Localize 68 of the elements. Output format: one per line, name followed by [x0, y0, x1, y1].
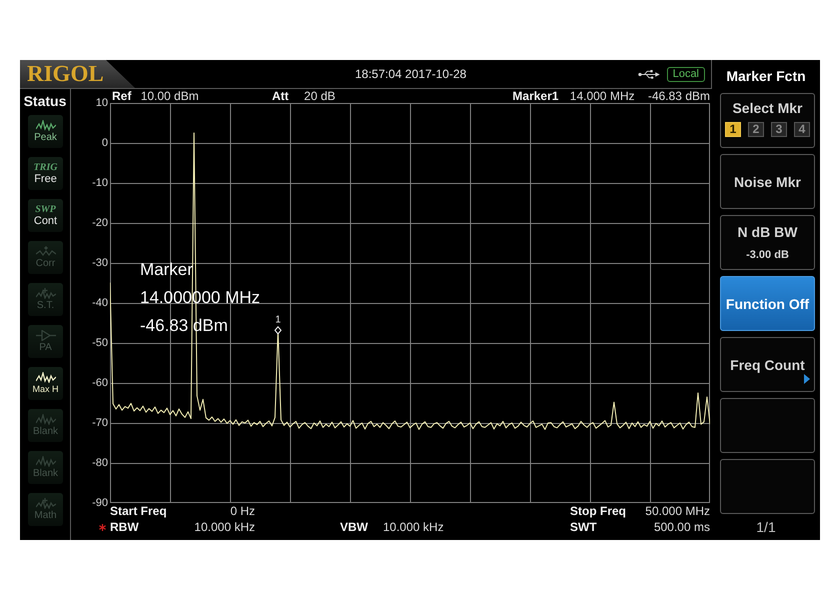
wave-plus-icon: [36, 498, 56, 509]
wave-plus-icon: [36, 288, 56, 299]
clock-text: 18:57:04 2017-10-28: [355, 67, 466, 81]
header-value: 10.00 dBm: [140, 89, 199, 103]
setting-label: Start Freq: [110, 504, 167, 518]
usb-icon: [638, 70, 660, 78]
amplifier-icon: [36, 330, 56, 341]
wave-icon: [36, 414, 56, 425]
menu-title: Marker Fctn: [725, 67, 807, 86]
header-value: 20 dB: [304, 89, 336, 103]
axis-label: -10: [92, 177, 108, 189]
marker-option[interactable]: 4: [794, 122, 810, 137]
setting-label: RBW: [110, 520, 139, 534]
brand-logo: RIGOL: [20, 60, 135, 88]
axis-label: 10: [96, 97, 108, 109]
status-label: Max H: [32, 384, 58, 395]
wave-icon: [36, 372, 56, 383]
menu-button[interactable]: Freq Count: [720, 337, 815, 392]
wave-icon: [36, 456, 56, 467]
axis-label: -60: [92, 377, 108, 389]
status-label: Blank: [32, 426, 58, 437]
select-marker-button[interactable]: Select Mkr 1 2 3 4: [720, 93, 815, 148]
triangle-icon: [804, 374, 810, 384]
status-label: Cont: [34, 216, 58, 227]
status-label: S.T.: [36, 300, 54, 311]
axis-label: -40: [92, 297, 108, 309]
axis-label: -50: [92, 337, 108, 349]
marker-option[interactable]: 2: [748, 122, 764, 137]
status-label: PA: [39, 342, 52, 353]
status-label: Free: [34, 174, 57, 185]
status-label: Corr: [36, 258, 56, 269]
status-label: Math: [34, 510, 57, 521]
axis-label: -80: [92, 457, 108, 469]
axis-label: -70: [92, 417, 108, 429]
status-heading: SWP: [35, 204, 56, 215]
marker-diamond-icon: [274, 326, 282, 335]
status-label: Peak: [34, 132, 57, 143]
marker-number: 1: [275, 314, 281, 326]
setting-label: VBW: [340, 520, 368, 534]
page-indicator: 1/1: [755, 518, 777, 537]
setting-value: 500.00 ms: [654, 520, 710, 534]
wave-icon: [36, 120, 56, 131]
marker-option[interactable]: 1: [725, 122, 741, 137]
axis-label: -30: [92, 257, 108, 269]
status-heading: TRIG: [34, 162, 58, 173]
setting-value: 0 Hz: [230, 504, 255, 518]
setting-value: 10.000 kHz: [383, 520, 444, 534]
axis-label: -20: [92, 217, 108, 229]
menu-button[interactable]: Function Off: [720, 276, 815, 331]
marker-option[interactable]: 3: [771, 122, 787, 137]
axis-label: 0: [102, 137, 108, 149]
header-label: Att: [272, 89, 289, 103]
setting-label: Stop Freq: [570, 504, 626, 518]
status-title: Status: [22, 92, 68, 110]
setting-value: 10.000 kHz: [194, 520, 255, 534]
softkey-value: -3.00 dB: [746, 249, 789, 261]
menu-button[interactable]: N dB BW -3.00 dB: [720, 215, 815, 270]
menu-button[interactable]: Noise Mkr: [720, 154, 815, 209]
wave-diamond-icon: [36, 246, 56, 257]
setting-value: 50.000 MHz: [645, 504, 710, 518]
header-value: 14.000 MHz: [570, 89, 635, 103]
status-label: Blank: [32, 468, 58, 479]
header-label: Marker1: [512, 89, 559, 103]
header-reading: -46.83 dBm: [648, 89, 710, 103]
local-mode-indicator: Local: [666, 66, 705, 82]
setting-label: SWT: [570, 520, 597, 534]
axis-label: -90: [92, 497, 108, 509]
header-label: Ref: [112, 89, 132, 103]
